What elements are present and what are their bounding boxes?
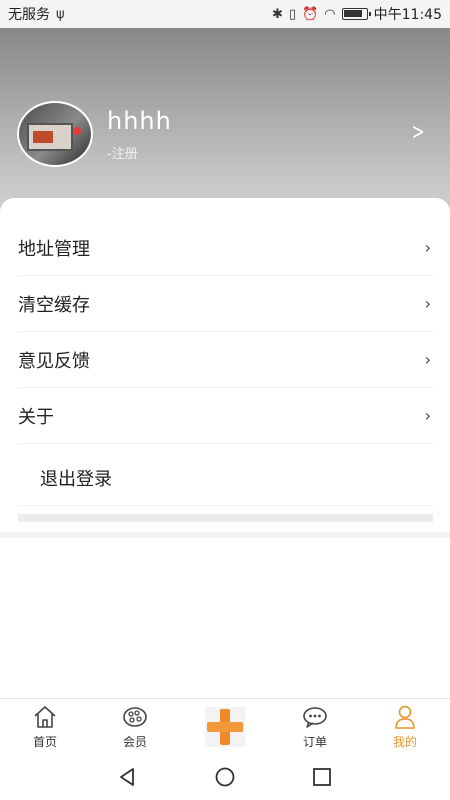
plus-icon — [205, 706, 245, 747]
settings-card: 地址管理 › 清空缓存 › 意见反馈 › 关于 › 退出登录 — [0, 198, 450, 538]
home-button-icon[interactable] — [214, 766, 236, 788]
tab-orders[interactable]: 订单 — [270, 699, 360, 755]
menu-item-label: 地址管理 — [18, 238, 90, 260]
profile-row[interactable]: hhhh -注册 > — [17, 100, 437, 168]
tab-add[interactable] — [180, 699, 270, 755]
chat-icon — [303, 707, 327, 728]
username: hhhh — [107, 106, 172, 135]
bluetooth-icon: ✱ — [272, 6, 283, 22]
menu-item-label: 意见反馈 — [18, 350, 90, 372]
wifi-icon: ◠ — [324, 6, 336, 22]
clock-text: 中午11:45 — [373, 7, 442, 23]
menu-item-label: 关于 — [18, 406, 54, 428]
user-icon — [395, 705, 415, 729]
carrier-text: 无服务 — [8, 7, 50, 23]
battery-icon — [341, 8, 371, 20]
chevron-right-icon: › — [424, 294, 431, 313]
menu-item-about[interactable]: 关于 › — [18, 388, 433, 444]
back-icon[interactable] — [117, 766, 139, 788]
status-bar: 无服务 ψ ✱ ▯ ⏰ ◠ 中午11:45 — [0, 0, 450, 28]
logout-label: 退出登录 — [40, 468, 112, 490]
vibrate-icon: ▯ — [288, 6, 297, 22]
tab-member[interactable]: 会员 — [90, 699, 180, 755]
palette-icon — [123, 707, 147, 727]
bottom-navigation: 首页 会员 订单 我的 — [0, 698, 450, 754]
tab-label: 首页 — [32, 735, 57, 749]
alarm-icon: ⏰ — [302, 6, 319, 22]
menu-item-label: 清空缓存 — [18, 294, 90, 316]
tab-label: 会员 — [122, 735, 147, 749]
home-icon — [34, 706, 56, 728]
tab-label: 订单 — [302, 735, 327, 749]
logout-button[interactable]: 退出登录 — [18, 450, 433, 506]
menu-item-feedback[interactable]: 意见反馈 › — [18, 332, 433, 388]
usb-icon: ψ — [56, 6, 65, 22]
menu-item-clear-cache[interactable]: 清空缓存 › — [18, 276, 433, 332]
chevron-right-icon[interactable]: > — [411, 120, 424, 145]
recents-icon[interactable] — [311, 766, 333, 788]
avatar[interactable] — [17, 101, 93, 167]
chevron-right-icon: › — [424, 350, 431, 369]
tab-mine[interactable]: 我的 — [360, 699, 450, 755]
menu-item-address[interactable]: 地址管理 › — [18, 220, 433, 276]
profile-subtitle: -注册 — [107, 146, 138, 162]
tab-label: 我的 — [392, 735, 417, 749]
chevron-right-icon: › — [424, 238, 431, 257]
chevron-right-icon: › — [424, 406, 431, 425]
tab-home[interactable]: 首页 — [0, 699, 90, 755]
system-navigation-bar — [0, 754, 450, 800]
card-divider — [18, 514, 433, 522]
